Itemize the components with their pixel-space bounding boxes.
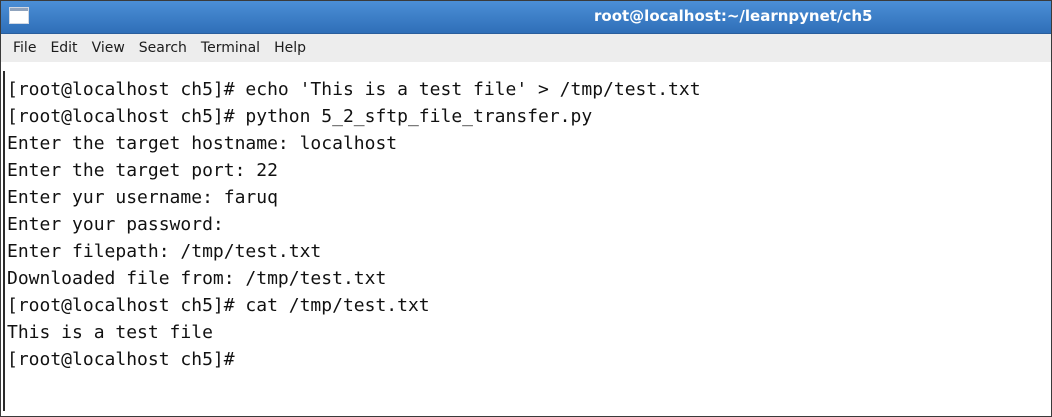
- terminal-window: root@localhost:~/learnpynet/ch5 File Edi…: [0, 0, 1052, 417]
- menu-file[interactable]: File: [7, 37, 42, 59]
- text-cursor: [3, 71, 5, 411]
- terminal-line: Enter the target port: 22: [7, 160, 278, 181]
- terminal-line: [root@localhost ch5]# cat /tmp/test.txt: [7, 295, 430, 316]
- menu-edit[interactable]: Edit: [44, 37, 83, 59]
- terminal-line: [root@localhost ch5]# echo 'This is a te…: [7, 79, 701, 100]
- menu-bar: File Edit View Search Terminal Help: [1, 34, 1051, 62]
- terminal-line: Enter the target hostname: localhost: [7, 133, 398, 154]
- terminal-line: Downloaded file from: /tmp/test.txt: [7, 268, 387, 289]
- menu-help[interactable]: Help: [268, 37, 312, 59]
- terminal-line: Enter yur username: faruq: [7, 187, 278, 208]
- menu-view[interactable]: View: [86, 37, 131, 59]
- menu-terminal[interactable]: Terminal: [195, 37, 266, 59]
- terminal-line: [root@localhost ch5]# python 5_2_sftp_fi…: [7, 106, 593, 127]
- title-bar[interactable]: root@localhost:~/learnpynet/ch5: [1, 1, 1051, 34]
- terminal-prompt-line: [root@localhost ch5]#: [7, 349, 235, 370]
- terminal-line: Enter filepath: /tmp/test.txt: [7, 241, 322, 262]
- terminal-line: This is a test file: [7, 322, 213, 343]
- terminal-line: Enter your password:: [7, 214, 224, 235]
- terminal-lines: [root@localhost ch5]# echo 'This is a te…: [7, 76, 701, 373]
- terminal-output-area[interactable]: [root@localhost ch5]# echo 'This is a te…: [1, 63, 1051, 416]
- menu-search[interactable]: Search: [133, 37, 193, 59]
- window-title: root@localhost:~/learnpynet/ch5: [594, 7, 873, 25]
